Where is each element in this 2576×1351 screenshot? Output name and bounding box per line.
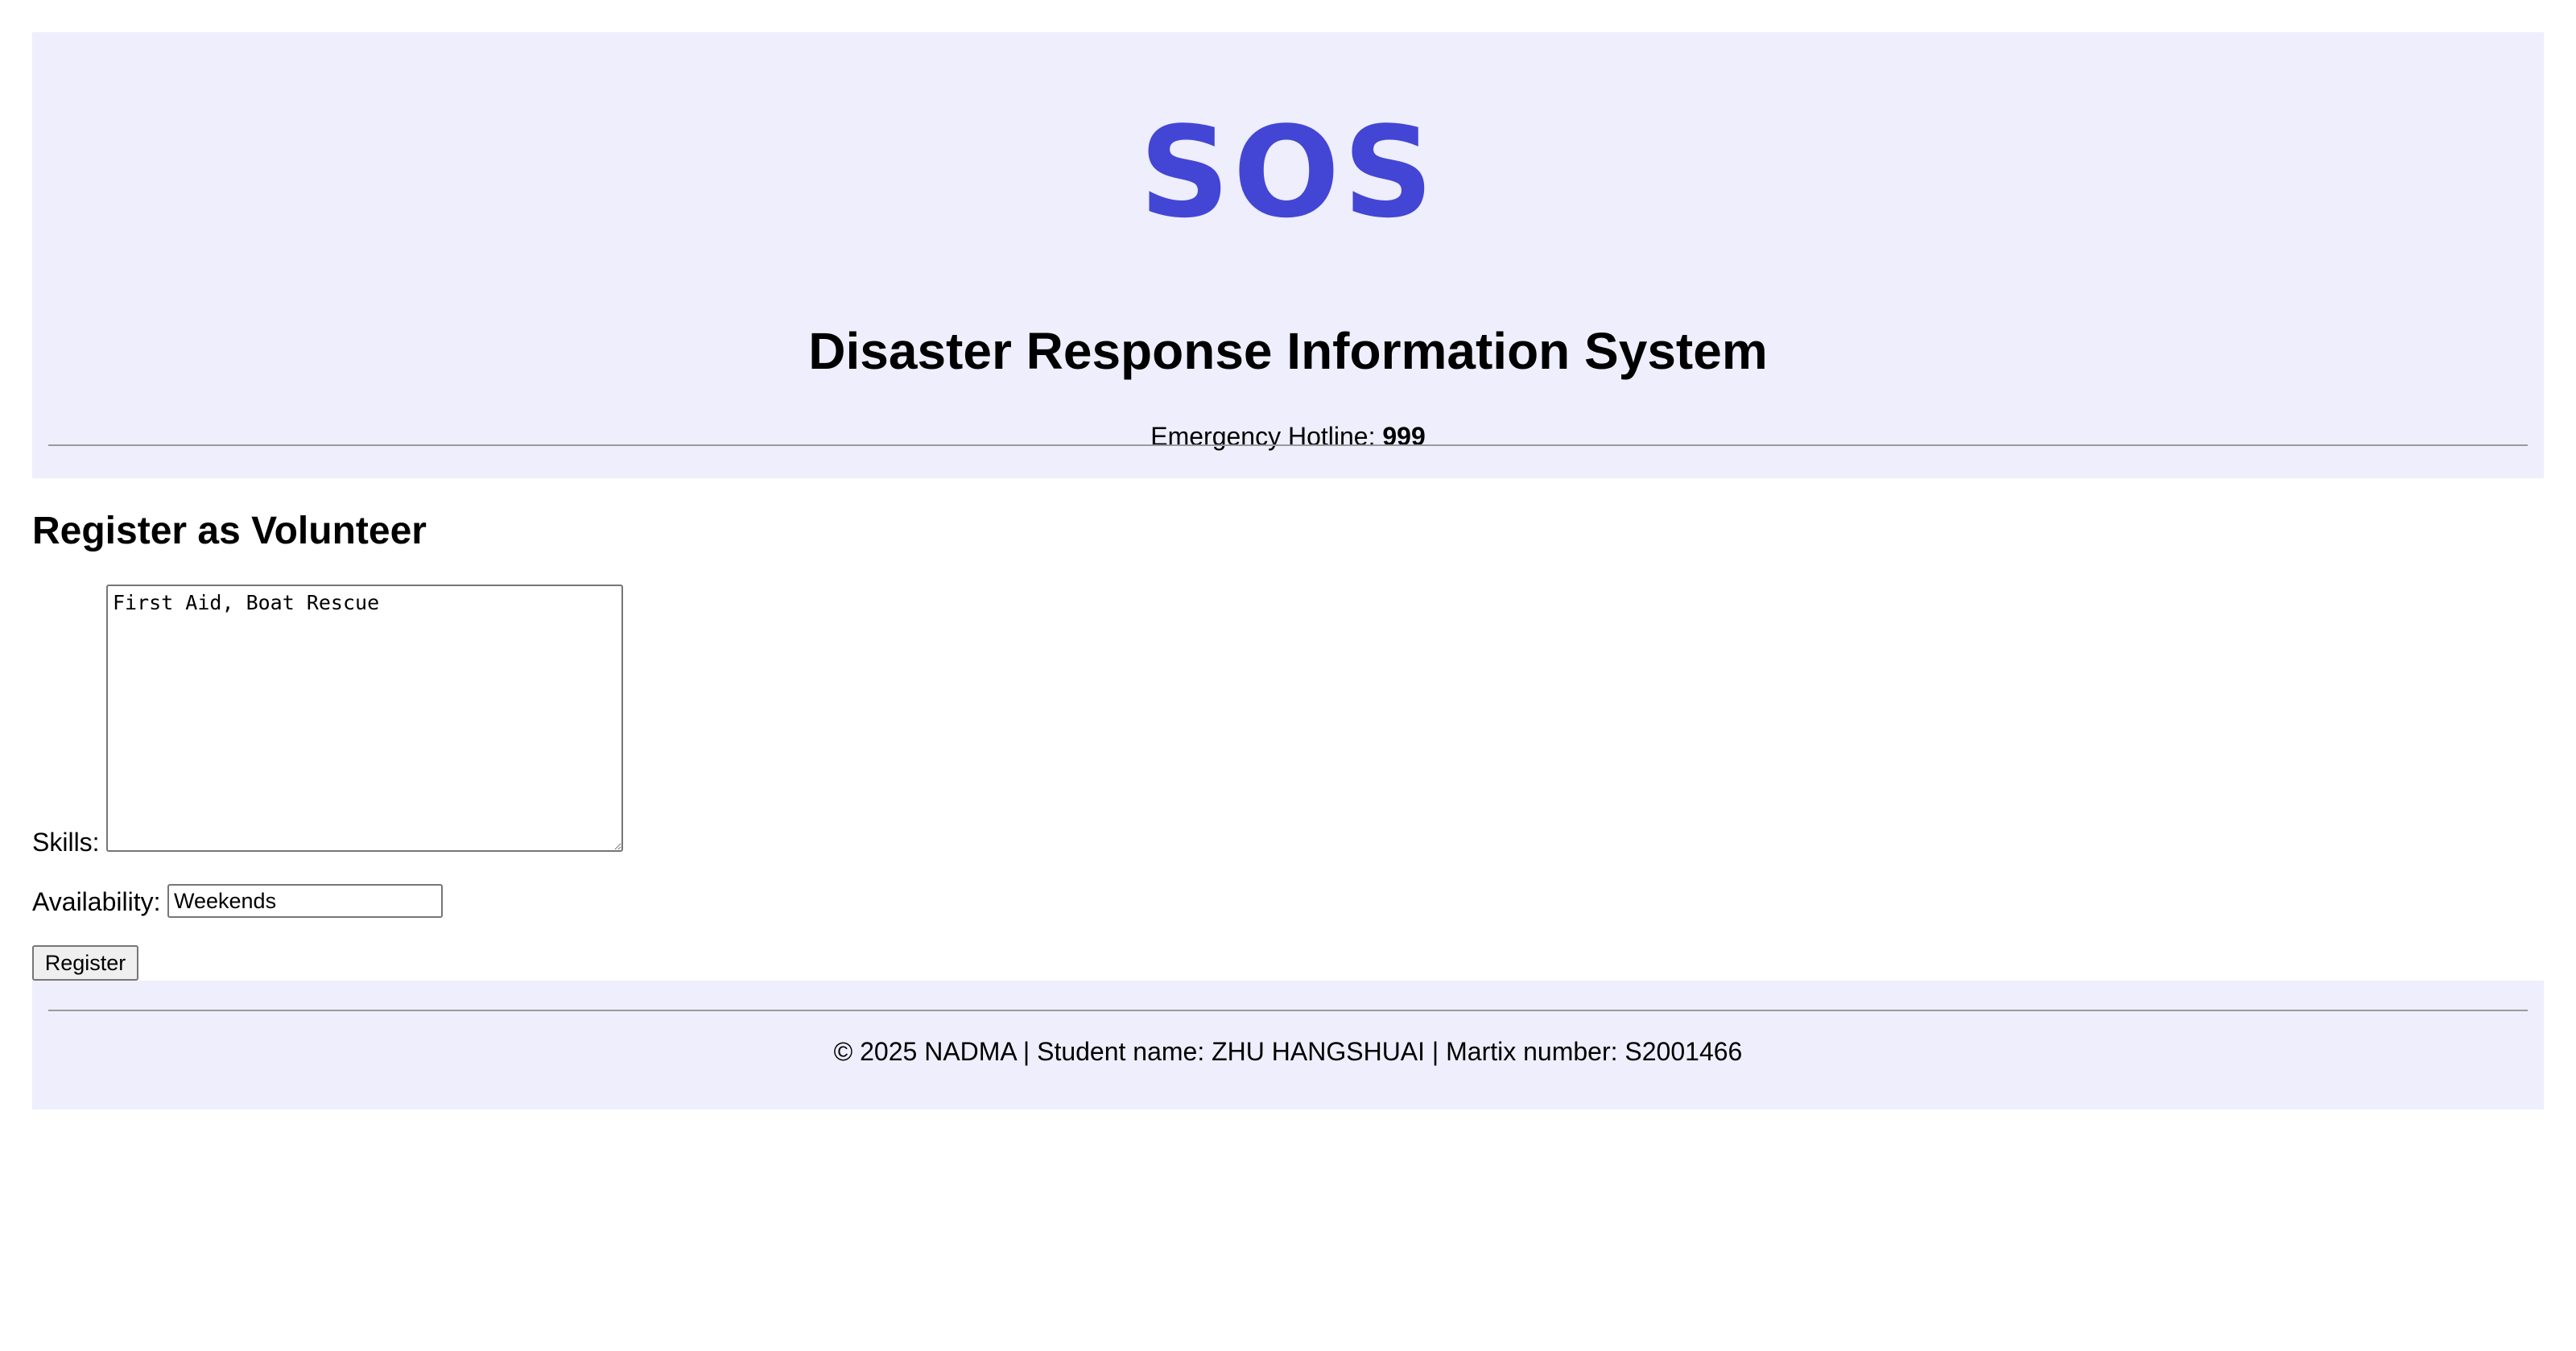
skills-textarea[interactable]: First Aid, Boat Rescue [106, 585, 623, 852]
footer-text: © 2025 NADMA | Student name: ZHU HANGSHU… [833, 1037, 1743, 1066]
sos-logo: SOS [1139, 99, 1437, 246]
site-footer: © 2025 NADMA | Student name: ZHU HANGSHU… [32, 981, 2544, 1109]
page-title: Register as Volunteer [32, 510, 427, 552]
site-header: SOS Disaster Response Information System… [32, 32, 2544, 478]
page: SOS Disaster Response Information System… [0, 0, 2576, 1351]
skills-label: Skills: [32, 828, 100, 857]
availability-input[interactable] [167, 884, 443, 918]
header-divider [48, 444, 2528, 446]
hotline-label: Emergency Hotline: [1150, 422, 1383, 451]
emergency-hotline: Emergency Hotline: 999 [32, 419, 2544, 454]
footer-divider [48, 1010, 2528, 1011]
register-button[interactable]: Register [32, 945, 138, 981]
availability-label: Availability: [32, 887, 161, 916]
hotline-number: 999 [1382, 422, 1426, 451]
site-title: Disaster Response Information System [808, 322, 1768, 380]
